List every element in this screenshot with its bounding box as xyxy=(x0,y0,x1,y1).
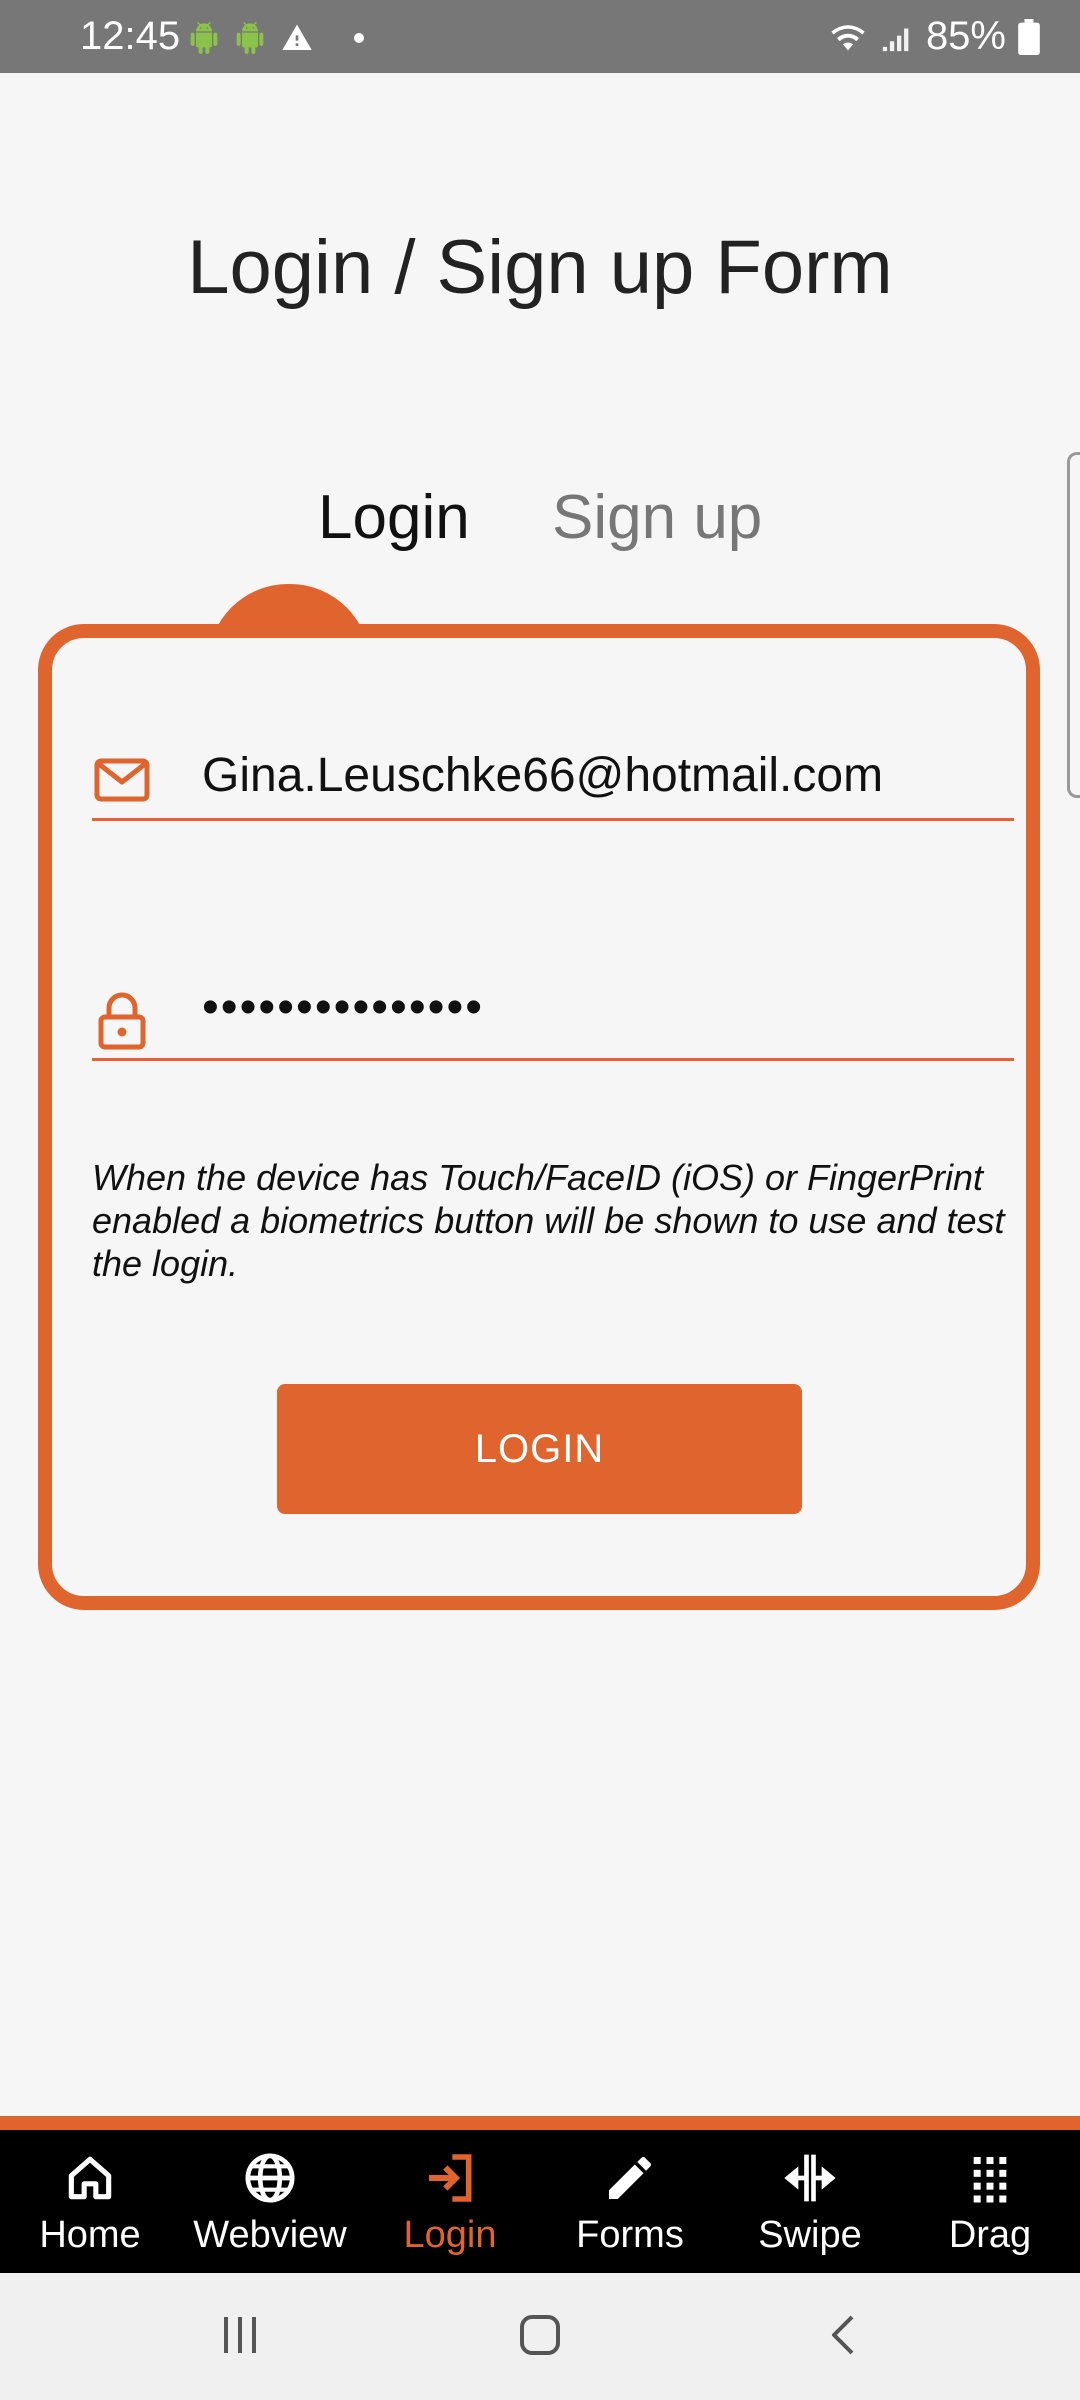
swipe-icon xyxy=(784,2154,836,2202)
nav-item-home[interactable]: Home xyxy=(0,2130,180,2273)
password-field[interactable]: ••••••••••••••• xyxy=(92,978,1014,1061)
battery-percent: 85% xyxy=(925,14,1006,58)
globe-icon xyxy=(245,2153,295,2203)
login-card: Gina.Leuschke66@hotmail.com ••••••••••••… xyxy=(38,624,1040,1610)
home-icon xyxy=(68,2156,112,2200)
nav-label-login: Login xyxy=(403,2214,497,2256)
tab-sign-up[interactable]: Sign up xyxy=(552,482,762,553)
mail-icon xyxy=(94,758,150,802)
biometrics-note: When the device has Touch/FaceID (iOS) o… xyxy=(92,1157,1005,1284)
pencil-icon xyxy=(609,2156,652,2199)
notification-icons xyxy=(188,22,364,54)
wifi-icon xyxy=(831,24,865,50)
status-time: 12:45 xyxy=(80,14,181,58)
nav-item-forms[interactable]: Forms xyxy=(540,2130,720,2273)
android-icon xyxy=(236,22,264,54)
nav-label-swipe: Swipe xyxy=(758,2214,862,2256)
home-button-icon[interactable] xyxy=(518,2313,562,2357)
notification-dot-icon xyxy=(354,33,364,43)
login-icon xyxy=(429,2154,472,2202)
android-icon xyxy=(190,22,218,54)
nav-label-drag: Drag xyxy=(948,2214,1032,2256)
signal-icon xyxy=(882,28,909,51)
page-title: Login / Sign up Form xyxy=(187,225,893,310)
warning-icon xyxy=(282,24,312,50)
nav-item-swipe[interactable]: Swipe xyxy=(720,2130,900,2273)
email-field[interactable]: Gina.Leuschke66@hotmail.com xyxy=(92,738,1014,821)
grid-dots-icon xyxy=(973,2157,1007,2203)
email-input[interactable]: Gina.Leuschke66@hotmail.com xyxy=(202,748,883,803)
nav-label-forms: Forms xyxy=(576,2214,684,2256)
bottom-nav: Home Webview Login Forms Swipe Drag xyxy=(0,2130,1080,2273)
status-right: 85% xyxy=(828,14,1040,59)
scroll-indicator xyxy=(1067,452,1080,798)
nav-item-login[interactable]: Login xyxy=(360,2130,540,2273)
system-nav-bar xyxy=(0,2273,1080,2400)
nav-label-home: Home xyxy=(39,2214,141,2256)
lock-icon xyxy=(98,992,146,1050)
login-button[interactable]: LOGIN xyxy=(277,1384,802,1514)
password-input[interactable]: ••••••••••••••• xyxy=(202,980,484,1035)
back-icon[interactable] xyxy=(822,2313,866,2357)
status-bar: 12:45 85% xyxy=(0,0,1080,73)
nav-item-webview[interactable]: Webview xyxy=(180,2130,360,2273)
nav-label-webview: Webview xyxy=(193,2214,347,2256)
tab-login[interactable]: Login xyxy=(318,482,470,553)
battery-icon xyxy=(1018,18,1040,55)
recent-apps-icon[interactable] xyxy=(218,2313,262,2357)
nav-accent-bar xyxy=(0,2116,1080,2130)
nav-item-drag[interactable]: Drag xyxy=(900,2130,1080,2273)
